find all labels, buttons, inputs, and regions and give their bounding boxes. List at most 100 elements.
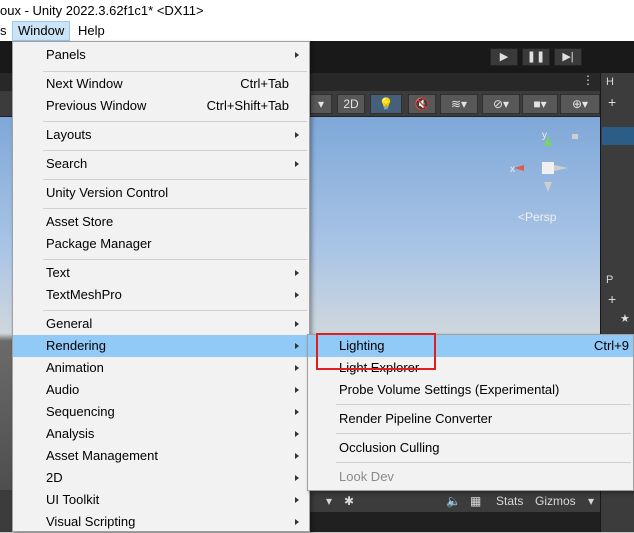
menu-item-next-window[interactable]: Next Window Ctrl+Tab bbox=[13, 73, 309, 95]
favorites-star-icon[interactable]: ★ bbox=[620, 312, 630, 325]
menu-item-label: Visual Scripting bbox=[46, 514, 136, 529]
lighting-toggle-icon[interactable]: 💡 bbox=[370, 94, 402, 114]
2d-toggle-button[interactable]: 2D bbox=[337, 94, 365, 114]
menu-item-visual-scripting[interactable]: Visual Scripting bbox=[13, 511, 309, 533]
gizmos-dropdown-icon[interactable]: ▾ bbox=[588, 492, 594, 510]
audio-toggle-icon[interactable]: 🔇 bbox=[408, 94, 436, 114]
menu-item-partial[interactable]: s bbox=[0, 21, 10, 41]
menu-item-label: TextMeshPro bbox=[46, 287, 122, 302]
menu-item-animation[interactable]: Animation bbox=[13, 357, 309, 379]
gizmo-x-label: x bbox=[510, 164, 515, 175]
hierarchy-tab[interactable]: H bbox=[602, 73, 634, 91]
menu-bar: s Window Help bbox=[0, 21, 634, 41]
menu-item-label: Next Window bbox=[46, 76, 123, 91]
submenu-arrow-icon bbox=[295, 161, 299, 167]
submenu-arrow-icon bbox=[295, 497, 299, 503]
menu-separator bbox=[43, 121, 307, 122]
menu-item-general[interactable]: General bbox=[13, 313, 309, 335]
dropdown-arrow-icon[interactable]: ▾ bbox=[326, 492, 332, 510]
menu-item-label: UI Toolkit bbox=[46, 492, 100, 507]
menu-item-label: Package Manager bbox=[46, 236, 152, 251]
visibility-toggle-icon[interactable]: ⊘▾ bbox=[482, 94, 520, 114]
project-tab[interactable]: P bbox=[602, 271, 634, 289]
submenu-arrow-icon bbox=[295, 475, 299, 481]
menu-item-textmeshpro[interactable]: TextMeshPro bbox=[13, 284, 309, 306]
shading-dropdown[interactable]: ▾ bbox=[310, 94, 332, 114]
gizmos-button[interactable]: Gizmos bbox=[535, 492, 576, 510]
menu-item-asset-store[interactable]: Asset Store bbox=[13, 211, 309, 233]
hierarchy-tab-label: H bbox=[606, 76, 614, 88]
menu-item-window[interactable]: Window bbox=[12, 21, 70, 41]
game-view bbox=[310, 512, 600, 532]
submenu-arrow-icon bbox=[295, 387, 299, 393]
play-button[interactable]: ▶ bbox=[490, 48, 518, 66]
submenu-arrow-icon bbox=[295, 431, 299, 437]
submenu-arrow-icon bbox=[295, 365, 299, 371]
submenu-arrow-icon bbox=[295, 519, 299, 525]
submenu-arrow-icon bbox=[295, 409, 299, 415]
projection-text: Persp bbox=[525, 210, 557, 224]
menu-item-shortcut: Ctrl+Tab bbox=[240, 76, 289, 91]
menu-item-rendering[interactable]: Rendering bbox=[13, 335, 309, 357]
menu-separator bbox=[43, 179, 307, 180]
menu-item-probe-volume-settings[interactable]: Probe Volume Settings (Experimental) bbox=[308, 379, 633, 401]
menu-separator bbox=[43, 71, 307, 72]
submenu-arrow-icon bbox=[295, 321, 299, 327]
step-button[interactable]: ▶| bbox=[554, 48, 582, 66]
menu-item-label: Audio bbox=[46, 382, 80, 397]
menu-item-text[interactable]: Text bbox=[13, 262, 309, 284]
submenu-arrow-icon bbox=[295, 132, 299, 138]
gizmo-settings-icon[interactable]: ⊕▾ bbox=[560, 94, 600, 114]
project-tab-label: P bbox=[606, 274, 614, 286]
menu-item-shortcut: Ctrl+9 bbox=[593, 338, 629, 353]
camera-settings-icon[interactable]: ■▾ bbox=[522, 94, 558, 114]
menu-item-label: Rendering bbox=[46, 338, 106, 353]
add-icon[interactable]: + bbox=[608, 94, 616, 110]
bug-icon[interactable]: ✱ bbox=[344, 492, 354, 510]
menu-item-help[interactable]: Help bbox=[78, 21, 105, 41]
menu-item-analysis[interactable]: Analysis bbox=[13, 423, 309, 445]
menu-item-label: Text bbox=[46, 265, 70, 280]
menu-item-label: Probe Volume Settings (Experimental) bbox=[339, 382, 560, 397]
menu-item-label: Layouts bbox=[46, 127, 92, 142]
menu-item-occlusion-culling[interactable]: Occlusion Culling bbox=[308, 437, 633, 459]
menu-separator bbox=[43, 150, 307, 151]
grid-icon[interactable]: ▦ bbox=[470, 492, 481, 510]
menu-item-render-pipeline-converter[interactable]: Render Pipeline Converter bbox=[308, 408, 633, 430]
pause-button[interactable]: ❚❚ bbox=[522, 48, 550, 66]
menu-item-asset-management[interactable]: Asset Management bbox=[13, 445, 309, 467]
submenu-arrow-icon bbox=[295, 52, 299, 58]
menu-item-label: Panels bbox=[46, 47, 86, 62]
menu-item-audio[interactable]: Audio bbox=[13, 379, 309, 401]
hierarchy-selected-row[interactable] bbox=[602, 127, 634, 145]
menu-item-unity-version-control[interactable]: Unity Version Control bbox=[13, 182, 309, 204]
audio-icon[interactable]: 🔈 bbox=[446, 492, 461, 510]
submenu-arrow-icon bbox=[295, 292, 299, 298]
menu-item-label: Asset Management bbox=[46, 448, 159, 463]
menu-item-label: Asset Store bbox=[46, 214, 114, 229]
projection-label[interactable]: <Persp bbox=[518, 210, 556, 224]
menu-item-label: Search bbox=[46, 156, 88, 171]
menu-item-label: 2D bbox=[46, 470, 63, 485]
menu-item-layouts[interactable]: Layouts bbox=[13, 124, 309, 146]
menu-item-label: Previous Window bbox=[46, 98, 147, 113]
menu-item-search[interactable]: Search bbox=[13, 153, 309, 175]
menu-item-ui-toolkit[interactable]: UI Toolkit bbox=[13, 489, 309, 511]
menu-item-package-manager[interactable]: Package Manager bbox=[13, 233, 309, 255]
stats-button[interactable]: Stats bbox=[496, 492, 523, 510]
menu-item-previous-window[interactable]: Previous Window Ctrl+Shift+Tab bbox=[13, 95, 309, 117]
menu-separator bbox=[43, 208, 307, 209]
menu-item-label: Unity Version Control bbox=[46, 185, 169, 200]
scene-gizmo-icon[interactable]: y x bbox=[508, 128, 588, 208]
menu-item-2d[interactable]: 2D bbox=[13, 467, 309, 489]
more-options-icon[interactable]: ⋮ bbox=[582, 73, 594, 87]
menu-item-label: Occlusion Culling bbox=[339, 440, 440, 455]
submenu-arrow-icon bbox=[295, 453, 299, 459]
project-add-icon[interactable]: + bbox=[608, 291, 616, 307]
effects-dropdown-icon[interactable]: ≋▾ bbox=[440, 94, 478, 114]
menu-item-panels[interactable]: Panels bbox=[13, 44, 309, 66]
menu-separator bbox=[336, 404, 631, 405]
menu-item-sequencing[interactable]: Sequencing bbox=[13, 401, 309, 423]
gizmo-y-label: y bbox=[542, 130, 547, 141]
menu-separator bbox=[43, 259, 307, 260]
